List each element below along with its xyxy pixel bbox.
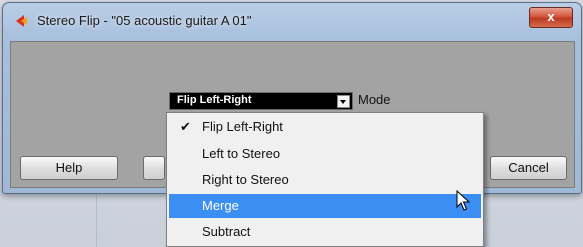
menu-item-label: Subtract <box>202 224 251 239</box>
menu-item-right-to-stereo[interactable]: Right to Stereo <box>169 168 481 192</box>
menu-item-merge[interactable]: Merge <box>169 194 481 218</box>
checkmark-icon: ✔ <box>180 119 191 134</box>
menu-item-label: Right to Stereo <box>202 172 289 187</box>
menu-item-label: Left to Stereo <box>202 146 281 161</box>
mode-dropdown-value: Flip Left-Right <box>177 94 252 106</box>
mouse-cursor-icon <box>456 190 470 211</box>
window-title: Stereo Flip - "05 acoustic guitar A 01" <box>37 13 252 28</box>
mode-label: Mode <box>358 92 391 107</box>
menu-item-left-to-stereo[interactable]: Left to Stereo <box>169 142 481 166</box>
track-divider <box>96 196 97 247</box>
mode-dropdown[interactable]: Flip Left-Right <box>169 92 353 110</box>
cubase-logo-icon <box>16 15 27 27</box>
menu-item-subtract[interactable]: Subtract <box>169 220 481 244</box>
cancel-button[interactable]: Cancel <box>490 156 567 180</box>
menu-item-flip-left-right[interactable]: ✔ Flip Left-Right <box>169 115 481 139</box>
help-button[interactable]: Help <box>20 156 118 180</box>
ok-button[interactable] <box>143 156 165 180</box>
mode-dropdown-menu: ✔ Flip Left-Right Left to Stereo Right t… <box>166 112 484 247</box>
chevron-down-icon[interactable] <box>337 95 350 108</box>
close-button[interactable]: x <box>529 7 573 28</box>
menu-item-label: Flip Left-Right <box>202 119 283 134</box>
title-bar[interactable]: Stereo Flip - "05 acoustic guitar A 01" … <box>3 3 581 37</box>
menu-item-label: Merge <box>202 198 239 213</box>
